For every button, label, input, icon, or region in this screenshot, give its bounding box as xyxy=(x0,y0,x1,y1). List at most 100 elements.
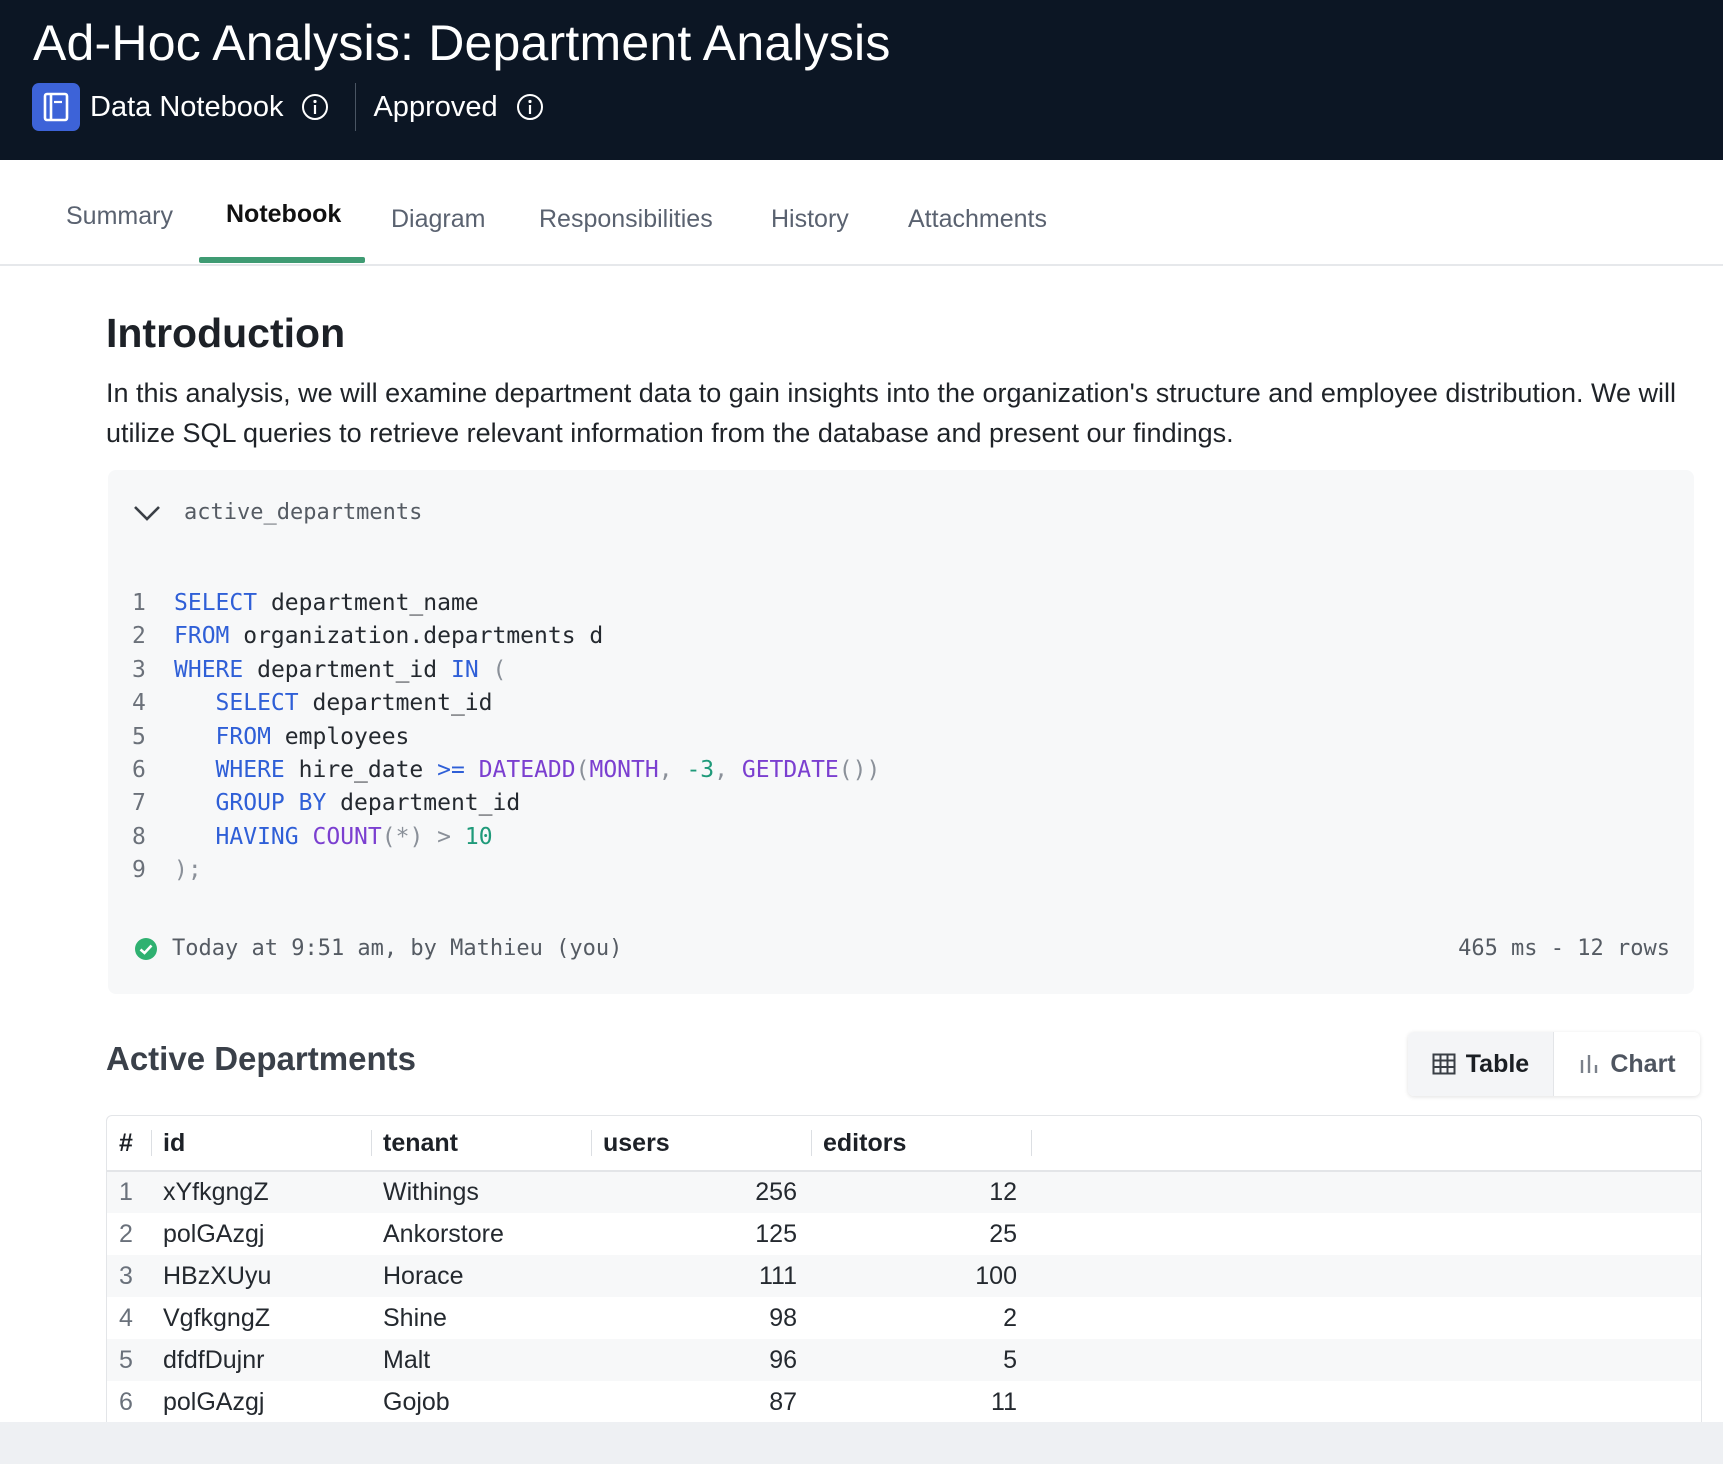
code-token: , xyxy=(658,756,687,783)
row-index: 1 xyxy=(107,1171,151,1213)
chart-view-button[interactable]: Chart xyxy=(1554,1032,1700,1096)
intro-paragraph: In this analysis, we will examine depart… xyxy=(106,378,1676,448)
code-token: >= xyxy=(437,756,465,783)
line-number: 4 xyxy=(132,690,146,717)
tab-attachments[interactable]: Attachments xyxy=(908,205,1047,234)
page-header: Ad-Hoc Analysis: Department Analysis Dat… xyxy=(0,0,1723,160)
table-row[interactable]: 2 polGAzgj Ankorstore 125 25 xyxy=(107,1213,1701,1255)
code-token: MONTH xyxy=(589,756,659,783)
tab-notebook[interactable]: Notebook xyxy=(226,200,341,229)
cell-editors: 11 xyxy=(991,1387,1017,1416)
code-line: 7 GROUP BY department_id xyxy=(132,787,880,820)
cell-name: active_departments xyxy=(184,500,423,525)
cell-users: 256 xyxy=(591,1171,811,1213)
cell-tenant: Shine xyxy=(383,1303,447,1332)
table-header-row: # id tenant users editors xyxy=(107,1116,1701,1172)
bottom-strip xyxy=(0,1422,1723,1464)
result-table: # id tenant users editors 1 xYfkgngZ Withi… xyxy=(106,1115,1702,1422)
row-index: 4 xyxy=(119,1303,133,1332)
code-token: FROM xyxy=(215,723,271,750)
row-spacer xyxy=(1031,1297,1701,1339)
active-tab-indicator xyxy=(199,257,365,263)
cell-id: polGAzgj xyxy=(163,1219,265,1248)
row-index: 2 xyxy=(119,1219,133,1248)
row-spacer xyxy=(1031,1255,1701,1297)
tab-history[interactable]: History xyxy=(771,205,849,234)
status-label: Approved xyxy=(373,90,498,123)
cell-tenant: Gojob xyxy=(383,1387,450,1416)
code-token: department_id xyxy=(243,656,451,683)
cell-footer: Today at 9:51 am, by Mathieu (you) 465 m… xyxy=(134,936,1670,961)
code-editor[interactable]: 1 SELECT department_name 2 FROM organizatio… xyxy=(132,587,880,888)
column-header-tenant[interactable]: tenant xyxy=(371,1116,591,1172)
cell-users: 98 xyxy=(769,1303,797,1332)
cell-editors: 5 xyxy=(811,1339,1031,1381)
code-token: SELECT xyxy=(174,590,258,616)
code-token: COUNT xyxy=(312,823,382,850)
code-token: WHERE xyxy=(215,756,285,783)
line-number: 7 xyxy=(132,790,146,817)
code-token: DATEADD xyxy=(478,756,576,783)
row-spacer xyxy=(1031,1339,1701,1381)
code-token: IN xyxy=(450,656,479,683)
column-header-users[interactable]: users xyxy=(591,1116,811,1172)
intro-heading: Introduction xyxy=(106,310,346,356)
row-index: 5 xyxy=(107,1339,151,1381)
cell-tenant: Horace xyxy=(371,1255,591,1297)
column-header-editors[interactable]: editors xyxy=(811,1116,1031,1172)
tab-diagram[interactable]: Diagram xyxy=(391,205,485,234)
code-token: department_name xyxy=(257,590,479,616)
chart-view-label: Chart xyxy=(1610,1049,1676,1078)
row-spacer xyxy=(1031,1213,1701,1255)
cell-header[interactable]: active_departments xyxy=(132,500,422,525)
code-token: SELECT xyxy=(215,690,299,717)
cell-tenant: Malt xyxy=(371,1339,591,1381)
table-row[interactable]: 5 dfdfDujnr Malt 96 5 xyxy=(107,1339,1701,1381)
column-header-index[interactable]: # xyxy=(107,1116,151,1172)
run-stats: 465 ms - 12 rows xyxy=(1458,936,1670,961)
code-line: 2 FROM organization.departments d xyxy=(132,620,880,653)
code-token: HAVING xyxy=(215,823,299,850)
code-token: department_id xyxy=(298,690,493,717)
row-index: 3 xyxy=(107,1255,151,1297)
table-row[interactable]: 1 xYfkgngZ Withings 256 12 xyxy=(107,1171,1701,1213)
cell-users: 125 xyxy=(755,1219,797,1248)
line-number: 1 xyxy=(132,590,146,616)
tab-summary[interactable]: Summary xyxy=(66,202,173,231)
code-token: (*) xyxy=(381,823,424,850)
code-token: department_id xyxy=(326,790,521,817)
column-header-id[interactable]: id xyxy=(151,1116,371,1172)
cell-id: dfdfDujnr xyxy=(151,1339,371,1381)
cell-editors: 100 xyxy=(811,1255,1031,1297)
result-heading: Active Departments xyxy=(106,1040,416,1077)
code-token: ()) xyxy=(838,756,881,783)
type-info-icon[interactable] xyxy=(301,93,329,121)
line-number: 6 xyxy=(132,756,146,783)
column-header-spacer xyxy=(1031,1116,1701,1172)
row-spacer xyxy=(1031,1381,1701,1422)
table-icon xyxy=(1432,1053,1456,1075)
sql-cell: active_departments 1 SELECT department_na… xyxy=(108,470,1694,994)
table-row[interactable]: 3 HBzXUyu Horace 111 100 xyxy=(107,1255,1701,1297)
page-title: Ad-Hoc Analysis: Department Analysis xyxy=(33,15,891,71)
tab-responsibilities[interactable]: Responsibilities xyxy=(539,205,713,234)
cell-editors: 2 xyxy=(1003,1303,1017,1332)
line-number: 2 xyxy=(132,623,146,650)
line-number: 8 xyxy=(132,823,146,850)
code-token: GETDATE xyxy=(741,756,839,783)
code-token: GROUP BY xyxy=(215,790,327,817)
code-token: 10 xyxy=(464,823,493,850)
chevron-down-icon[interactable] xyxy=(132,503,162,523)
table-view-button[interactable]: Table xyxy=(1408,1032,1554,1096)
cell-users: 96 xyxy=(591,1339,811,1381)
status-info-icon[interactable] xyxy=(516,93,544,121)
cell-id: VgfkgngZ xyxy=(163,1303,271,1332)
code-line: 9); xyxy=(132,854,880,887)
table-row[interactable]: 6 polGAzgj Gojob 87 11 xyxy=(107,1381,1701,1422)
table-row[interactable]: 4 VgfkgngZ Shine 98 2 xyxy=(107,1297,1701,1339)
